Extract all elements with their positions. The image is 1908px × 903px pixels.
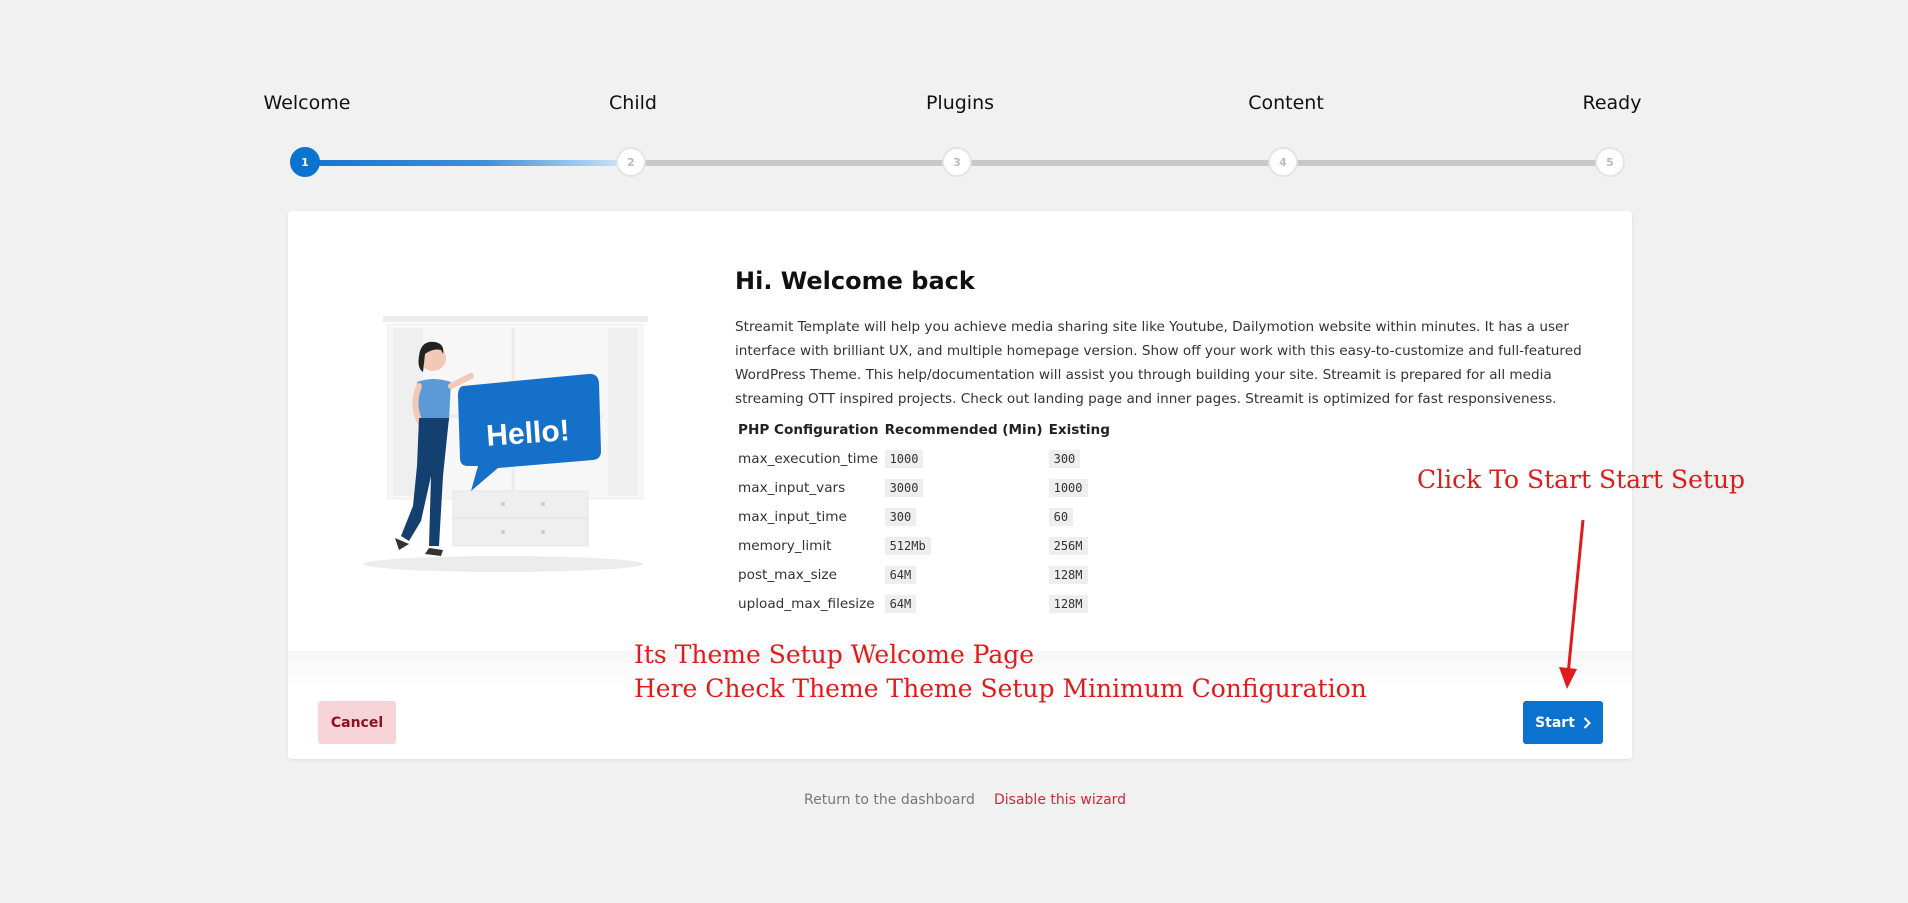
chevron-right-icon <box>1583 716 1591 729</box>
hello-illustration: Hello! <box>363 316 648 572</box>
welcome-description: Streamit Template will help you achieve … <box>735 319 1582 407</box>
step-label-ready: Ready <box>1582 92 1642 114</box>
table-row: upload_max_filesize 64M 128M <box>735 589 1113 618</box>
recommended-cell: 3000 <box>882 473 1046 502</box>
existing-cell: 256M <box>1046 531 1113 560</box>
start-button[interactable]: Start <box>1523 701 1603 744</box>
recommended-value: 3000 <box>884 478 924 497</box>
config-name: memory_limit <box>738 537 832 554</box>
table-row: max_input_vars 3000 1000 <box>735 473 1113 502</box>
step-label-plugins: Plugins <box>925 92 995 114</box>
progress-track-3 <box>957 160 1283 166</box>
existing-value: 300 <box>1048 449 1081 468</box>
column-header: Existing <box>1048 422 1110 438</box>
step-dot-3: 3 <box>942 147 972 177</box>
recommended-cell: 64M <box>882 560 1046 589</box>
step-label-content: Content <box>1248 92 1324 114</box>
recommended-cell: 1000 <box>882 444 1046 473</box>
existing-cell: 60 <box>1046 502 1113 531</box>
cancel-button[interactable]: Cancel <box>318 701 396 744</box>
column-header: Recommended (Min) <box>884 422 1043 438</box>
progress-track-4 <box>1283 160 1610 166</box>
setup-stepper: Welcome Child Plugins Content Ready 1 2 … <box>0 0 1908 180</box>
recommended-value: 300 <box>884 507 917 526</box>
annotation-arrow-icon <box>1559 519 1585 689</box>
table-row: max_execution_time 1000 300 <box>735 444 1113 473</box>
table-row: post_max_size 64M 128M <box>735 560 1113 589</box>
table-row: memory_limit 512Mb 256M <box>735 531 1113 560</box>
table-header-row: PHP Configuration Recommended (Min) Exis… <box>735 419 1113 444</box>
recommended-cell: 512Mb <box>882 531 1046 560</box>
step-dot-5: 5 <box>1595 147 1625 177</box>
disable-wizard-link[interactable]: Disable this wizard <box>994 792 1126 808</box>
recommended-value: 512Mb <box>884 536 931 555</box>
table-row: max_input_time 300 60 <box>735 502 1113 531</box>
existing-value: 128M <box>1048 565 1088 584</box>
recommended-value: 1000 <box>884 449 924 468</box>
return-dashboard-link[interactable]: Return to the dashboard <box>804 792 975 808</box>
step-label-welcome: Welcome <box>263 92 351 114</box>
column-header: PHP Configuration <box>738 422 879 438</box>
existing-cell: 128M <box>1046 589 1113 618</box>
config-name: max_input_time <box>738 508 847 525</box>
existing-value: 1000 <box>1048 478 1088 497</box>
annotation-start-hint: Click To Start Start Setup <box>1417 465 1746 494</box>
welcome-content: Hi. Welcome back Streamit Template will … <box>735 267 1605 618</box>
existing-cell: 300 <box>1046 444 1113 473</box>
config-name: max_input_vars <box>738 479 846 496</box>
annotation-line-2: Here Check Theme Theme Setup Minimum Con… <box>634 674 1367 703</box>
recommended-cell: 300 <box>882 502 1046 531</box>
existing-value: 128M <box>1048 594 1088 613</box>
step-dot-4: 4 <box>1268 147 1298 177</box>
step-label-child: Child <box>609 92 657 114</box>
progress-track-2 <box>631 160 957 166</box>
config-name: max_execution_time <box>738 450 879 467</box>
recommended-cell: 64M <box>882 589 1046 618</box>
recommended-value: 64M <box>884 594 917 613</box>
step-dot-1[interactable]: 1 <box>290 147 320 177</box>
config-name: upload_max_filesize <box>738 595 875 612</box>
existing-cell: 1000 <box>1046 473 1113 502</box>
existing-value: 60 <box>1048 507 1074 526</box>
config-name: post_max_size <box>738 566 837 583</box>
progress-track-1 <box>305 160 631 166</box>
recommended-value: 64M <box>884 565 917 584</box>
php-config-table: PHP Configuration Recommended (Min) Exis… <box>735 419 1113 618</box>
existing-cell: 128M <box>1046 560 1113 589</box>
existing-value: 256M <box>1048 536 1088 555</box>
start-button-label: Start <box>1535 714 1575 731</box>
annotation-line-1: Its Theme Setup Welcome Page <box>634 640 1035 669</box>
page-title: Hi. Welcome back <box>735 267 975 295</box>
hello-text: Hello! <box>485 414 570 453</box>
step-dot-2: 2 <box>616 147 646 177</box>
